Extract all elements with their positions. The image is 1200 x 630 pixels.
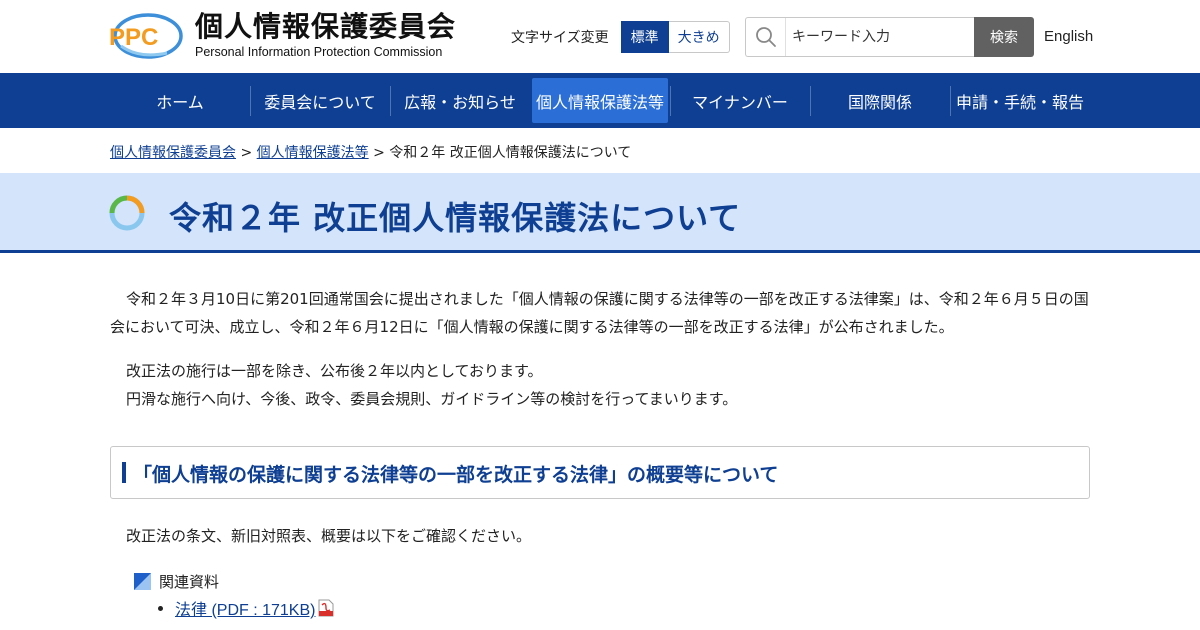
breadcrumb-separator: > bbox=[240, 145, 253, 161]
svg-text:PPC: PPC bbox=[109, 24, 158, 51]
site-header: PPC 個人情報保護委員会 Personal Information Prote… bbox=[0, 0, 1200, 73]
search-button[interactable]: 検索 bbox=[974, 17, 1034, 57]
nav-item-home[interactable]: ホーム bbox=[110, 73, 250, 128]
breadcrumb-current: 令和２年 改正個人情報保護法について bbox=[389, 145, 632, 161]
list-item: 法律 (PDF : 171KB) bbox=[158, 596, 334, 620]
section-heading-box: 「個人情報の保護に関する法律等の一部を改正する法律」の概要等について bbox=[110, 446, 1090, 499]
font-size-standard-button[interactable]: 標準 bbox=[620, 21, 669, 53]
related-docs-heading: 関連資料 bbox=[134, 571, 219, 592]
ppc-logo-icon: PPC bbox=[109, 11, 183, 61]
breadcrumb-separator: > bbox=[373, 145, 385, 161]
breadcrumb: 個人情報保護委員会 > 個人情報保護法等 > 令和２年 改正個人情報保護法につい… bbox=[110, 142, 631, 162]
pdf-icon bbox=[318, 599, 334, 617]
breadcrumb-link-privacy-law[interactable]: 個人情報保護法等 bbox=[257, 145, 369, 161]
nav-item-privacy-law[interactable]: 個人情報保護法等 bbox=[532, 78, 668, 123]
site-logo[interactable]: PPC 個人情報保護委員会 Personal Information Prote… bbox=[109, 11, 456, 61]
search-input[interactable] bbox=[786, 19, 966, 55]
intro-paragraph: 令和２年３月10日に第201回通常国会に提出されました「個人情報の保護に関する法… bbox=[110, 290, 1089, 336]
font-size-label: 文字サイズ変更 bbox=[511, 30, 609, 46]
nav-item-international[interactable]: 国際関係 bbox=[810, 73, 950, 128]
breadcrumb-link-home[interactable]: 個人情報保護委員会 bbox=[110, 145, 236, 161]
search-field-wrapper bbox=[745, 17, 974, 57]
ring-icon bbox=[109, 195, 145, 235]
font-size-large-button[interactable]: 大きめ bbox=[668, 21, 730, 53]
nav-item-applications[interactable]: 申請・手続・報告 bbox=[950, 73, 1090, 128]
section-paragraph: 改正法の条文、新旧対照表、概要は以下をご確認ください。 bbox=[126, 527, 532, 545]
font-size-switcher: 文字サイズ変更 標準 大きめ bbox=[511, 21, 730, 53]
global-nav: ホーム 委員会について 広報・お知らせ 個人情報保護法等 マイナンバー 国際関係… bbox=[0, 73, 1200, 128]
bullet bbox=[158, 605, 163, 611]
document-list: 法律 (PDF : 171KB) bbox=[158, 596, 334, 620]
nav-item-mynumber[interactable]: マイナンバー bbox=[670, 73, 810, 128]
related-docs-label: 関連資料 bbox=[159, 573, 220, 591]
note-paragraph-1: 改正法の施行は一部を除き、公布後２年以内としております。 bbox=[126, 362, 543, 380]
logo-title-ja: 個人情報保護委員会 bbox=[195, 10, 457, 43]
note-paragraph-2: 円滑な施行へ向け、今後、政令、委員会規則、ガイドライン等の検討を行ってまいります… bbox=[126, 390, 738, 408]
search-icon bbox=[746, 18, 786, 56]
section-accent-bar bbox=[122, 462, 126, 483]
related-docs-icon bbox=[134, 573, 151, 590]
document-link-law-pdf[interactable]: 法律 (PDF : 171KB) bbox=[175, 596, 315, 620]
nav-item-news[interactable]: 広報・お知らせ bbox=[390, 73, 530, 128]
english-link[interactable]: English bbox=[1044, 28, 1093, 45]
page-title: 令和２年 改正個人情報保護法について bbox=[169, 199, 742, 237]
logo-title-en: Personal Information Protection Commissi… bbox=[195, 45, 443, 59]
section-heading: 「個人情報の保護に関する法律等の一部を改正する法律」の概要等について bbox=[133, 464, 779, 486]
nav-item-about[interactable]: 委員会について bbox=[250, 73, 390, 128]
site-search: 検索 bbox=[745, 17, 1034, 57]
page-title-band: 令和２年 改正個人情報保護法について bbox=[0, 173, 1200, 253]
